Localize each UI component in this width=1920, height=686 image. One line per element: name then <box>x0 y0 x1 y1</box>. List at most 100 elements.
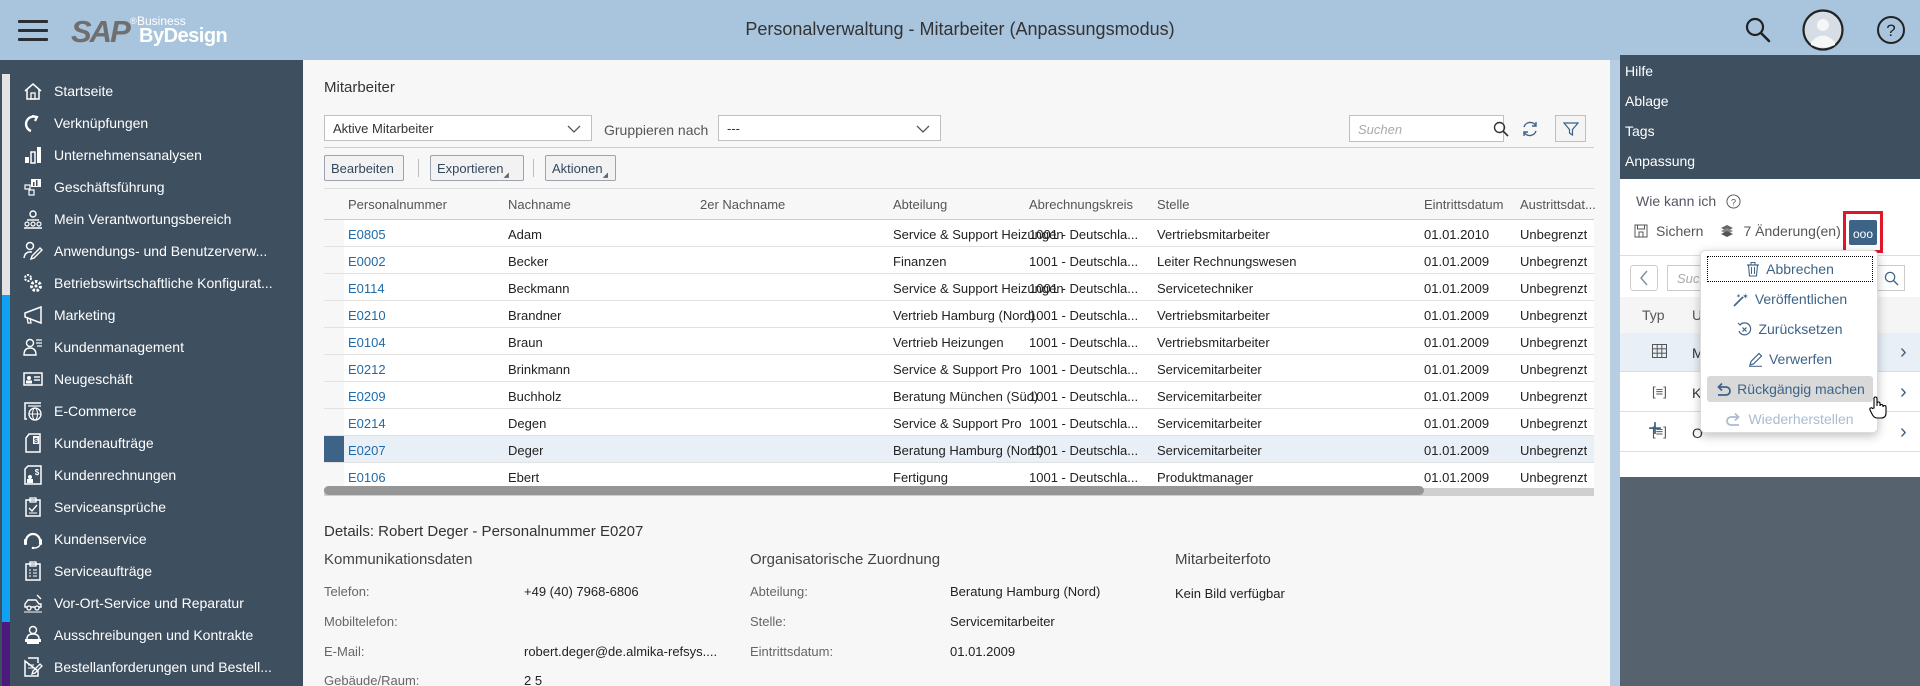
table-search-input[interactable]: Suchen <box>1349 115 1509 142</box>
edit-button[interactable]: Bearbeiten <box>324 155 404 181</box>
email-link[interactable]: robert.deger@de.almika-refsys.... <box>524 644 717 659</box>
menu-item-undo[interactable]: Rückgängig machen <box>1707 376 1873 402</box>
search-icon[interactable] <box>1493 121 1509 142</box>
employee-id-link[interactable]: E0114 <box>348 281 385 296</box>
sidebar-item-marketing[interactable]: Marketing <box>0 299 303 331</box>
sidebar-item-neugeschäft[interactable]: Neugeschäft <box>0 363 303 395</box>
changes-count[interactable]: 7 Änderung(en) <box>1743 223 1840 239</box>
how-to-link[interactable]: Wie kann ich ? <box>1636 193 1741 212</box>
column-header[interactable]: Austrittsdat... <box>1520 197 1596 212</box>
sidebar-item-kundenmanagement[interactable]: Kundenmanagement <box>0 331 303 363</box>
employee-id-link[interactable]: E0212 <box>348 362 386 377</box>
employee-id-link[interactable]: E0207 <box>348 443 386 458</box>
table-row[interactable]: E0209 Buchholz Beratung München (Süd) 1001 … <box>324 382 1594 409</box>
row-selector[interactable] <box>324 328 344 354</box>
sidebar-item-mein-verantwortungsbereich[interactable]: Mein Verantwortungsbereich <box>0 203 303 235</box>
table-row[interactable]: E0805 Adam Service & Support Heizungen 1001… <box>324 220 1594 247</box>
filter-button[interactable] <box>1555 115 1586 142</box>
table-cell-start: 01.01.2009 <box>1424 389 1490 404</box>
column-header[interactable]: Stelle <box>1157 197 1190 212</box>
table-row[interactable]: E0114 Beckmann Service & Support Heizungen… <box>324 274 1594 301</box>
refresh-icon[interactable] <box>1521 120 1539 143</box>
employee-id-link[interactable]: E0106 <box>348 470 386 485</box>
export-label: Exportieren <box>437 161 504 176</box>
back-button[interactable] <box>1630 265 1658 291</box>
search-icon[interactable] <box>1884 271 1899 291</box>
phone-link[interactable]: +49 (40) 7968-6806 <box>524 584 639 599</box>
row-selector[interactable] <box>324 409 344 435</box>
table-row[interactable]: E0214 Degen Service & Support Pro 1001 - De… <box>324 409 1594 436</box>
photo-placeholder-text: Kein Bild verfügbar <box>1175 586 1285 601</box>
sales-document-icon: $ <box>22 432 44 454</box>
table-row[interactable]: E0002 Becker Finanzen 1001 - Deutschla... Le… <box>324 247 1594 274</box>
table-cell-job: Produktmanager <box>1157 470 1254 485</box>
column-header[interactable]: Abrechnungskreis <box>1029 197 1133 212</box>
column-header[interactable]: Eintrittsdatum <box>1424 197 1503 212</box>
sidebar-item-anwendungs-und-benutzerverw[interactable]: Anwendungs- und Benutzerverw... <box>0 235 303 267</box>
search-icon[interactable] <box>1744 16 1772 49</box>
user-edit-icon <box>22 240 44 262</box>
sidebar-item-unternehmensanalysen[interactable]: Unternehmensanalysen <box>0 139 303 171</box>
menu-item-publish[interactable]: ✶ ✶ Veröffentlichen <box>1707 286 1873 312</box>
sidebar-item-startseite[interactable]: Startseite <box>0 75 303 107</box>
add-icon[interactable]: + <box>1648 415 1662 443</box>
employee-id-link[interactable]: E0214 <box>348 416 386 431</box>
sidebar-item-ausschreibungen-und-kontrakte[interactable]: Ausschreibungen und Kontrakte <box>0 619 303 651</box>
pane-splitter[interactable] <box>1610 60 1620 686</box>
export-button[interactable]: Exportieren◢ <box>430 155 524 181</box>
table-row[interactable]: E0210 Brandner Vertrieb Hamburg (Nord) 1001… <box>324 301 1594 328</box>
side-menu-tags[interactable]: Tags <box>1620 115 1920 145</box>
sidebar-item-kundenaufträge[interactable]: $ Kundenaufträge <box>0 427 303 459</box>
save-icon[interactable] <box>1634 224 1648 238</box>
side-menu-help[interactable]: Hilfe <box>1620 55 1920 85</box>
table-row[interactable]: E0104 Braun Vertrieb Heizungen 1001 - Deuts… <box>324 328 1594 355</box>
actions-button[interactable]: Aktionen◢ <box>545 155 616 181</box>
scrollbar-thumb[interactable] <box>324 486 1424 495</box>
column-header[interactable]: Nachname <box>508 197 571 212</box>
help-icon[interactable]: ? <box>1876 15 1906 50</box>
avatar-icon[interactable] <box>1802 9 1844 56</box>
side-menu-adaptation[interactable]: Anpassung <box>1620 145 1920 175</box>
row-selector[interactable] <box>324 247 344 273</box>
group-by-select[interactable]: --- <box>718 115 941 141</box>
megaphone-icon <box>22 304 44 326</box>
menu-item-cancel[interactable]: Abbrechen <box>1707 256 1873 282</box>
row-selector[interactable] <box>324 355 344 381</box>
horizontal-scrollbar[interactable] <box>324 486 1594 496</box>
sidebar-item-verknüpfungen[interactable]: Verknüpfungen <box>0 107 303 139</box>
table-row[interactable]: E0207 Deger Beratung Hamburg (Nord) 1001 - … <box>324 436 1594 463</box>
row-selector[interactable] <box>324 382 344 408</box>
sidebar-item-geschäftsführung[interactable]: Geschäftsführung <box>0 171 303 203</box>
sidebar-item-serviceansprüche[interactable]: Serviceansprüche <box>0 491 303 523</box>
table-cell-dept: Vertrieb Heizungen <box>893 335 1004 350</box>
menu-item-discard[interactable]: Verwerfen <box>1707 346 1873 372</box>
team-icon <box>22 208 44 230</box>
employee-id-link[interactable]: E0104 <box>348 335 386 350</box>
employee-id-link[interactable]: E0002 <box>348 254 386 269</box>
save-button[interactable]: Sichern <box>1656 223 1703 239</box>
sidebar-item-vor-ort-service-und-reparatur[interactable]: Vor-Ort-Service und Reparatur <box>0 587 303 619</box>
sidebar-item-betriebswirtschaftliche-konfigurat[interactable]: Betriebswirtschaftliche Konfigurat... <box>0 267 303 299</box>
sidebar-item-serviceaufträge[interactable]: Serviceaufträge <box>0 555 303 587</box>
sidebar-item-kundenservice[interactable]: Kundenservice <box>0 523 303 555</box>
column-header[interactable]: Abteilung <box>893 197 947 212</box>
row-selector[interactable] <box>324 220 344 246</box>
row-selector[interactable] <box>324 274 344 300</box>
sidebar-item-e-commerce[interactable]: E-Commerce <box>0 395 303 427</box>
menu-item-reset[interactable]: Zurücksetzen <box>1707 316 1873 342</box>
column-header[interactable]: Personalnummer <box>348 197 447 212</box>
sidebar-item-kundenrechnungen[interactable]: $ Kundenrechnungen <box>0 459 303 491</box>
sidebar-item-bestellanforderungen-und-bestell[interactable]: Bestellanforderungen und Bestell... <box>0 651 303 683</box>
employee-id-link[interactable]: E0209 <box>348 389 386 404</box>
section-title: Mitarbeiter <box>324 79 395 96</box>
table-cell-job: Servicemitarbeiter <box>1157 362 1262 377</box>
row-selector[interactable] <box>324 301 344 327</box>
column-header[interactable]: 2er Nachname <box>700 197 785 212</box>
employee-id-link[interactable]: E0210 <box>348 308 386 323</box>
row-selector[interactable] <box>324 436 344 462</box>
view-select[interactable]: Aktive Mitarbeiter <box>324 115 592 141</box>
employee-id-link[interactable]: E0805 <box>348 227 386 242</box>
form-icon: [≡] <box>1652 384 1667 399</box>
side-menu-filing[interactable]: Ablage <box>1620 85 1920 115</box>
table-row[interactable]: E0212 Brinkmann Service & Support Pro 1001 … <box>324 355 1594 382</box>
